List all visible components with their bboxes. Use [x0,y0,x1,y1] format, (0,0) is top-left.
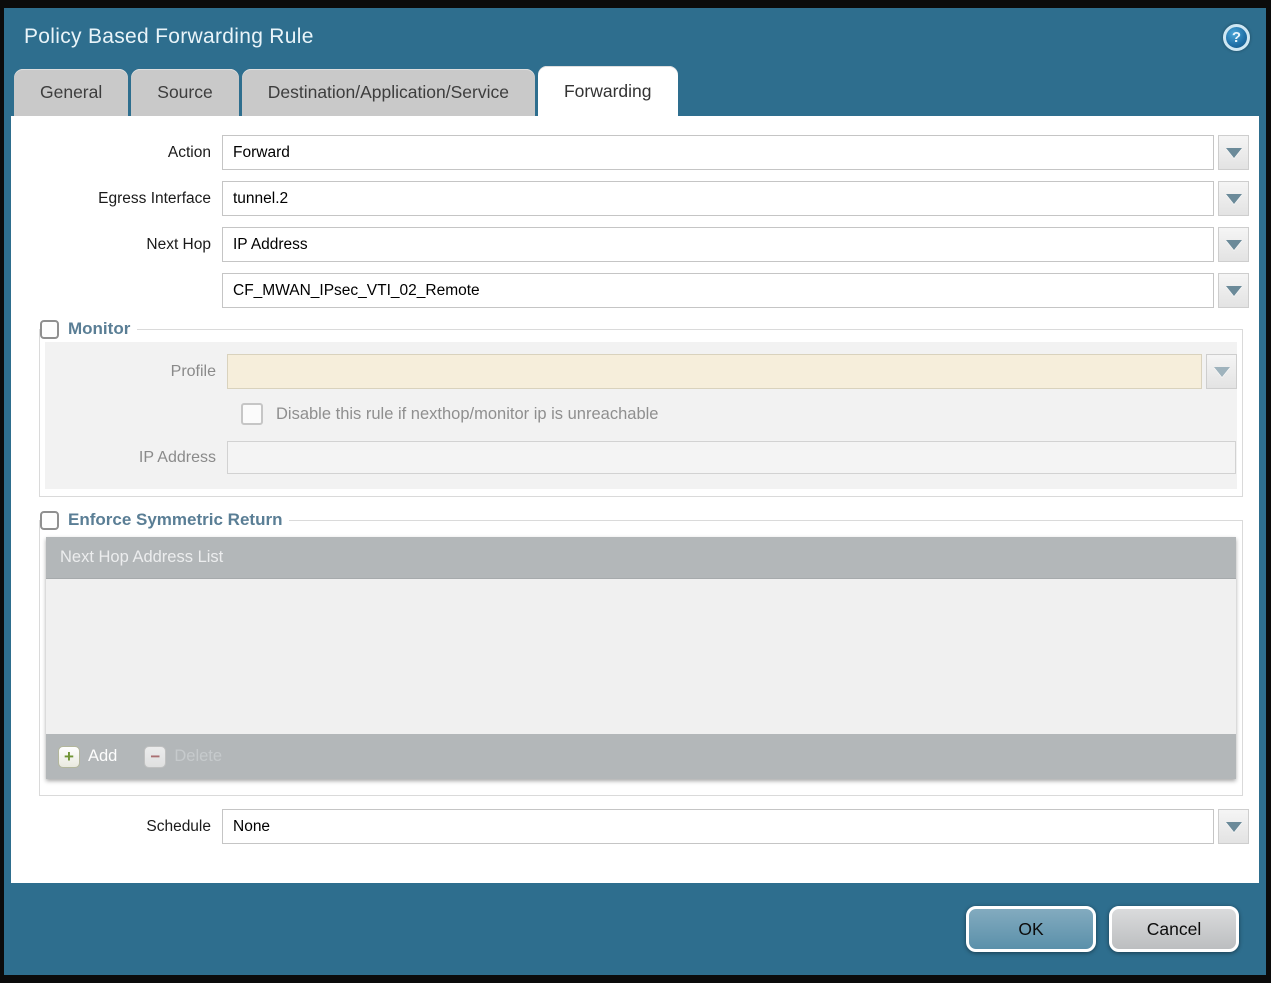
enforce-symmetric-return-checkbox[interactable] [40,511,59,530]
chevron-down-icon [1226,822,1242,832]
next-hop-address-table-header: Next Hop Address List [46,537,1236,579]
next-hop-address-row: CF_MWAN_IPsec_VTI_02_Remote [21,273,1249,308]
monitor-legend: Monitor [40,319,137,339]
help-icon[interactable]: ? [1223,24,1250,51]
schedule-select[interactable]: None [222,809,1214,844]
schedule-row: Schedule None [21,809,1249,844]
next-hop-address-table-toolbar: + Add − Delete [46,734,1236,779]
minus-icon: − [144,746,166,768]
action-row: Action Forward [21,135,1249,170]
monitor-checkbox[interactable] [40,320,59,339]
profile-row: Profile [45,354,1237,389]
chevron-down-icon [1226,148,1242,158]
egress-interface-select[interactable]: tunnel.2 [222,181,1214,216]
delete-button: − Delete [144,746,222,768]
add-button[interactable]: + Add [58,746,117,768]
dialog-title: Policy Based Forwarding Rule [24,25,314,49]
dialog-footer: OK Cancel [4,883,1266,975]
forwarding-tab-panel: Action Forward Egress Interface tunnel.2… [11,116,1259,883]
chevron-down-icon [1214,367,1230,377]
next-hop-type-select[interactable]: IP Address [222,227,1214,262]
next-hop-address-combo: CF_MWAN_IPsec_VTI_02_Remote [222,273,1249,308]
enforce-symmetric-return-fieldset: Enforce Symmetric Return Next Hop Addres… [39,510,1243,796]
action-select[interactable]: Forward [222,135,1214,170]
chevron-down-icon [1226,240,1242,250]
tab-forwarding[interactable]: Forwarding [538,66,678,116]
next-hop-address-table-body[interactable] [46,579,1236,734]
next-hop-address-table: Next Hop Address List + Add − Delete [46,537,1236,779]
next-hop-row: Next Hop IP Address [21,227,1249,262]
disable-rule-row: Disable this rule if nexthop/monitor ip … [241,403,1237,425]
egress-interface-label: Egress Interface [21,190,222,208]
profile-select [227,354,1202,389]
dialog-titlebar: Policy Based Forwarding Rule ? [4,8,1266,66]
tab-source[interactable]: Source [131,69,238,116]
profile-combo [227,354,1237,389]
add-button-label: Add [88,747,117,766]
next-hop-address-dropdown-button[interactable] [1218,273,1249,308]
monitor-panel: Profile Disable this rule if nexthop/mon… [45,342,1237,489]
chevron-down-icon [1226,286,1242,296]
tab-bar: General Source Destination/Application/S… [4,66,1266,116]
monitor-ip-label: IP Address [45,449,227,467]
tab-general[interactable]: General [14,69,128,116]
monitor-fieldset: Monitor Profile Disable this rule if nex… [39,319,1243,497]
enforce-symmetric-return-legend-label: Enforce Symmetric Return [68,510,282,530]
monitor-ip-input [227,441,1236,474]
action-dropdown-button[interactable] [1218,135,1249,170]
schedule-dropdown-button[interactable] [1218,809,1249,844]
profile-label: Profile [45,363,227,381]
schedule-label: Schedule [21,818,222,836]
monitor-legend-label: Monitor [68,319,130,339]
next-hop-label: Next Hop [21,236,222,254]
action-combo: Forward [222,135,1249,170]
ok-button[interactable]: OK [966,906,1096,952]
profile-dropdown-button [1206,354,1237,389]
next-hop-address-select[interactable]: CF_MWAN_IPsec_VTI_02_Remote [222,273,1214,308]
next-hop-combo: IP Address [222,227,1249,262]
cancel-button[interactable]: Cancel [1109,906,1239,952]
disable-rule-checkbox [241,403,263,425]
delete-button-label: Delete [174,747,222,766]
next-hop-dropdown-button[interactable] [1218,227,1249,262]
policy-based-forwarding-dialog: Policy Based Forwarding Rule ? General S… [0,0,1271,983]
plus-icon: + [58,746,80,768]
egress-interface-row: Egress Interface tunnel.2 [21,181,1249,216]
egress-interface-combo: tunnel.2 [222,181,1249,216]
enforce-symmetric-return-legend: Enforce Symmetric Return [40,510,289,530]
action-label: Action [21,144,222,162]
schedule-combo: None [222,809,1249,844]
disable-rule-label: Disable this rule if nexthop/monitor ip … [276,405,658,424]
chevron-down-icon [1226,194,1242,204]
tab-destination-application-service[interactable]: Destination/Application/Service [242,69,535,116]
monitor-ip-row: IP Address [45,441,1237,474]
egress-interface-dropdown-button[interactable] [1218,181,1249,216]
